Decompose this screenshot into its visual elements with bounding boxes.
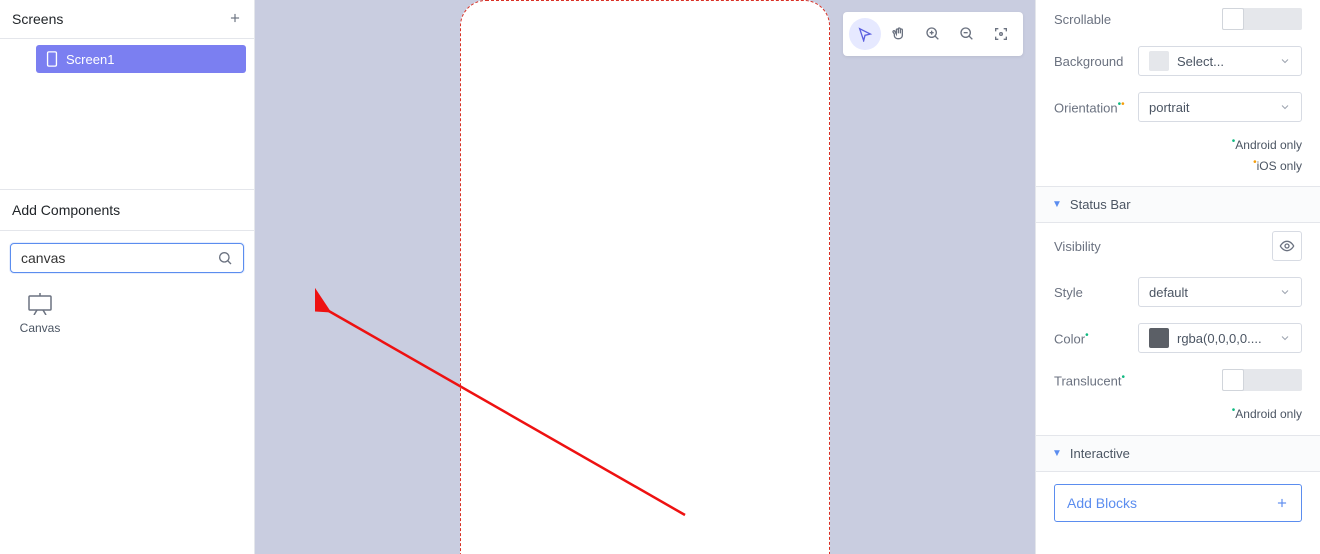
style-select[interactable]: default <box>1138 277 1302 307</box>
translucent-toggle[interactable] <box>1222 369 1302 391</box>
color-label: Color• <box>1054 330 1089 346</box>
interactive-title: Interactive <box>1070 446 1130 461</box>
visibility-label: Visibility <box>1054 239 1101 254</box>
color-select[interactable]: rgba(0,0,0,0.... <box>1138 323 1302 353</box>
search-icon <box>217 250 233 266</box>
pointer-icon <box>857 26 873 42</box>
statusbar-title: Status Bar <box>1070 197 1131 212</box>
phone-frame[interactable] <box>460 0 830 554</box>
components-grid: Canvas <box>0 277 254 351</box>
prop-background: Background Select... <box>1036 38 1320 84</box>
component-search-wrap <box>0 231 254 277</box>
interactive-section-header[interactable]: ▼ Interactive <box>1036 435 1320 472</box>
orientation-label: Orientation•• <box>1054 99 1125 115</box>
fit-screen-button[interactable] <box>985 18 1017 50</box>
zoom-out-icon <box>959 26 975 42</box>
orientation-select[interactable]: portrait <box>1138 92 1302 122</box>
screens-title: Screens <box>12 11 63 27</box>
prop-color: Color• rgba(0,0,0,0.... <box>1036 315 1320 361</box>
add-screen-button[interactable] <box>228 10 242 28</box>
component-canvas[interactable]: Canvas <box>10 289 70 339</box>
background-swatch <box>1149 51 1169 71</box>
scrollable-label: Scrollable <box>1054 12 1111 27</box>
hand-icon <box>891 26 907 42</box>
zoom-in-button[interactable] <box>917 18 949 50</box>
left-sidebar: Screens Screen1 Add Components Canvas <box>0 0 255 554</box>
color-swatch <box>1149 328 1169 348</box>
triangle-down-icon: ▼ <box>1052 199 1062 210</box>
add-blocks-button[interactable]: Add Blocks <box>1054 484 1302 522</box>
scrollable-toggle[interactable] <box>1222 8 1302 30</box>
screens-list: Screen1 <box>0 39 254 189</box>
prop-visibility: Visibility <box>1036 223 1320 269</box>
prop-orientation: Orientation•• portrait <box>1036 84 1320 130</box>
zoom-in-icon <box>925 26 941 42</box>
plus-icon <box>228 11 242 25</box>
platform-notes-2: •Android only <box>1036 399 1320 434</box>
triangle-down-icon: ▼ <box>1052 448 1062 459</box>
platform-notes: •Android only •iOS only <box>1036 130 1320 186</box>
chevron-down-icon <box>1279 332 1291 344</box>
component-search-box[interactable] <box>10 243 244 273</box>
canvas-toolbar <box>843 12 1023 56</box>
screen-icon <box>46 51 58 67</box>
prop-scrollable: Scrollable <box>1036 0 1320 38</box>
properties-panel: Scrollable Background Select... Orientat… <box>1035 0 1320 554</box>
chevron-down-icon <box>1279 101 1291 113</box>
screen-item[interactable]: Screen1 <box>36 45 246 73</box>
component-search-input[interactable] <box>21 250 217 266</box>
eye-icon <box>1279 238 1295 254</box>
canvas-area[interactable] <box>255 0 1035 554</box>
prop-style: Style default <box>1036 269 1320 315</box>
style-value: default <box>1149 285 1271 300</box>
visibility-button[interactable] <box>1272 231 1302 261</box>
add-components-header: Add Components <box>0 189 254 231</box>
chevron-down-icon <box>1279 286 1291 298</box>
background-value: Select... <box>1177 54 1271 69</box>
background-select[interactable]: Select... <box>1138 46 1302 76</box>
chevron-down-icon <box>1279 55 1291 67</box>
focus-icon <box>993 26 1009 42</box>
background-label: Background <box>1054 54 1123 69</box>
pointer-tool-button[interactable] <box>849 18 881 50</box>
zoom-out-button[interactable] <box>951 18 983 50</box>
screens-header: Screens <box>0 0 254 39</box>
orientation-value: portrait <box>1149 100 1271 115</box>
canvas-icon <box>27 293 53 315</box>
statusbar-section-header[interactable]: ▼ Status Bar <box>1036 186 1320 223</box>
screen-item-label: Screen1 <box>66 52 114 67</box>
translucent-label: Translucent• <box>1054 372 1125 388</box>
add-blocks-label: Add Blocks <box>1067 495 1137 511</box>
color-value: rgba(0,0,0,0.... <box>1177 331 1271 346</box>
plus-icon <box>1275 496 1289 510</box>
component-canvas-label: Canvas <box>20 321 61 335</box>
style-label: Style <box>1054 285 1083 300</box>
prop-translucent: Translucent• <box>1036 361 1320 399</box>
hand-tool-button[interactable] <box>883 18 915 50</box>
